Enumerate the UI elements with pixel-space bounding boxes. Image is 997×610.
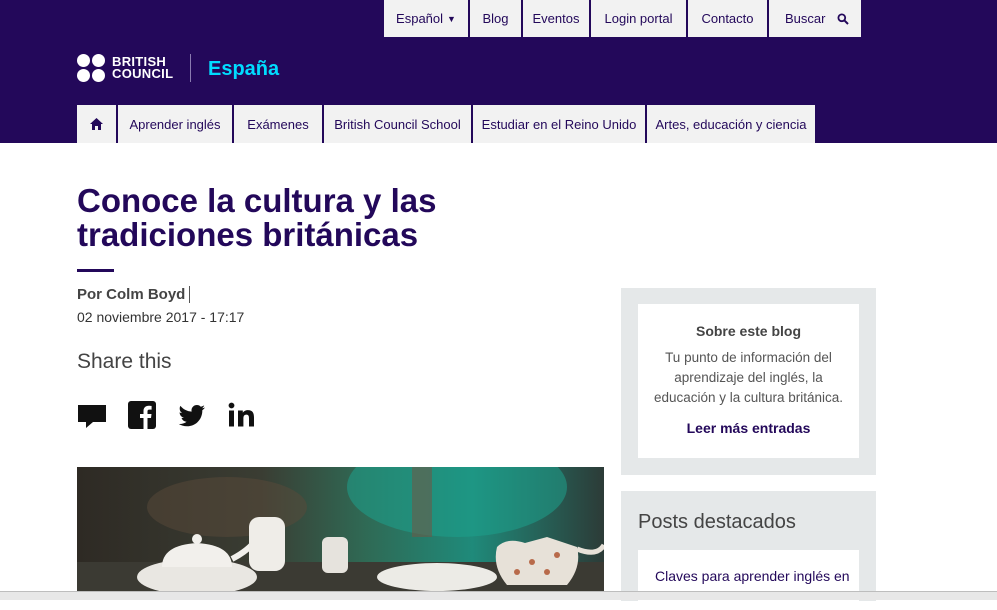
search-button[interactable]: Buscar (769, 0, 861, 37)
tea-set-illustration (77, 467, 604, 591)
title-underline (77, 269, 114, 272)
site-name[interactable]: España (208, 58, 279, 81)
nav-home[interactable] (77, 105, 118, 143)
featured-posts-panel: Posts destacados Claves para aprender in… (621, 491, 876, 610)
share-icons (77, 400, 257, 430)
british-council-logo[interactable]: BRITISH COUNCIL (77, 54, 192, 82)
top-link-label: Contacto (701, 11, 754, 26)
main-nav: Aprender inglés Exámenes British Council… (77, 105, 815, 143)
about-blog-card: Sobre este blog Tu punto de información … (638, 304, 859, 458)
article-date: 02 noviembre 2017 - 17:17 (77, 309, 245, 325)
article-author[interactable]: Por Colm Boyd (77, 286, 191, 303)
nav-item-school[interactable]: British Council School (324, 105, 473, 143)
search-icon (837, 13, 849, 25)
nav-item-learn-english[interactable]: Aprender inglés (118, 105, 234, 143)
top-link-login-portal[interactable]: Login portal (591, 0, 688, 37)
article-hero-image (77, 467, 604, 591)
top-link-events[interactable]: Eventos (523, 0, 591, 37)
logo-line-2: COUNCIL (112, 66, 174, 81)
search-label: Buscar (785, 11, 826, 26)
language-label: Español (396, 11, 444, 26)
top-link-label: Eventos (532, 11, 580, 26)
language-selector[interactable]: Español ▼ (384, 0, 470, 37)
about-blog-panel: Sobre este blog Tu punto de información … (621, 288, 876, 475)
twitter-icon[interactable] (177, 400, 207, 430)
nav-item-label: British Council School (334, 116, 461, 132)
nav-item-label: Artes, educación y ciencia (655, 116, 807, 132)
logo-dots-icon (77, 54, 105, 82)
featured-posts-title: Posts destacados (638, 511, 796, 533)
home-icon (90, 118, 103, 130)
top-link-contact[interactable]: Contacto (688, 0, 769, 37)
linkedin-icon[interactable] (227, 400, 257, 430)
nav-item-arts[interactable]: Artes, educación y ciencia (647, 105, 815, 143)
page-title: Conoce la cultura y las tradiciones brit… (77, 182, 437, 253)
logo-divider (190, 54, 192, 82)
share-heading: Share this (77, 350, 172, 373)
caret-down-icon: ▼ (447, 13, 456, 24)
about-blog-text: Tu punto de información del aprendizaje … (653, 350, 844, 405)
featured-post-link[interactable]: Claves para aprender inglés en (638, 550, 859, 610)
nav-item-label: Aprender inglés (129, 116, 221, 132)
nav-item-label: Estudiar en el Reino Unido (481, 116, 637, 132)
top-link-label: Login portal (604, 11, 673, 26)
top-link-blog[interactable]: Blog (470, 0, 523, 37)
nav-item-exams[interactable]: Exámenes (234, 105, 324, 143)
top-link-label: Blog (482, 11, 509, 26)
read-more-link[interactable]: Leer más entradas (638, 420, 859, 436)
top-links-bar: Español ▼ Blog Eventos Login portal Cont… (384, 0, 861, 37)
comment-icon[interactable] (77, 400, 107, 430)
logo-wordmark: BRITISH COUNCIL (112, 55, 174, 81)
nav-item-label: Exámenes (247, 116, 309, 132)
site-header: Español ▼ Blog Eventos Login portal Cont… (0, 0, 997, 143)
about-blog-title: Sobre este blog (695, 323, 802, 339)
nav-item-study-uk[interactable]: Estudiar en el Reino Unido (473, 105, 647, 143)
facebook-icon[interactable] (127, 400, 157, 430)
